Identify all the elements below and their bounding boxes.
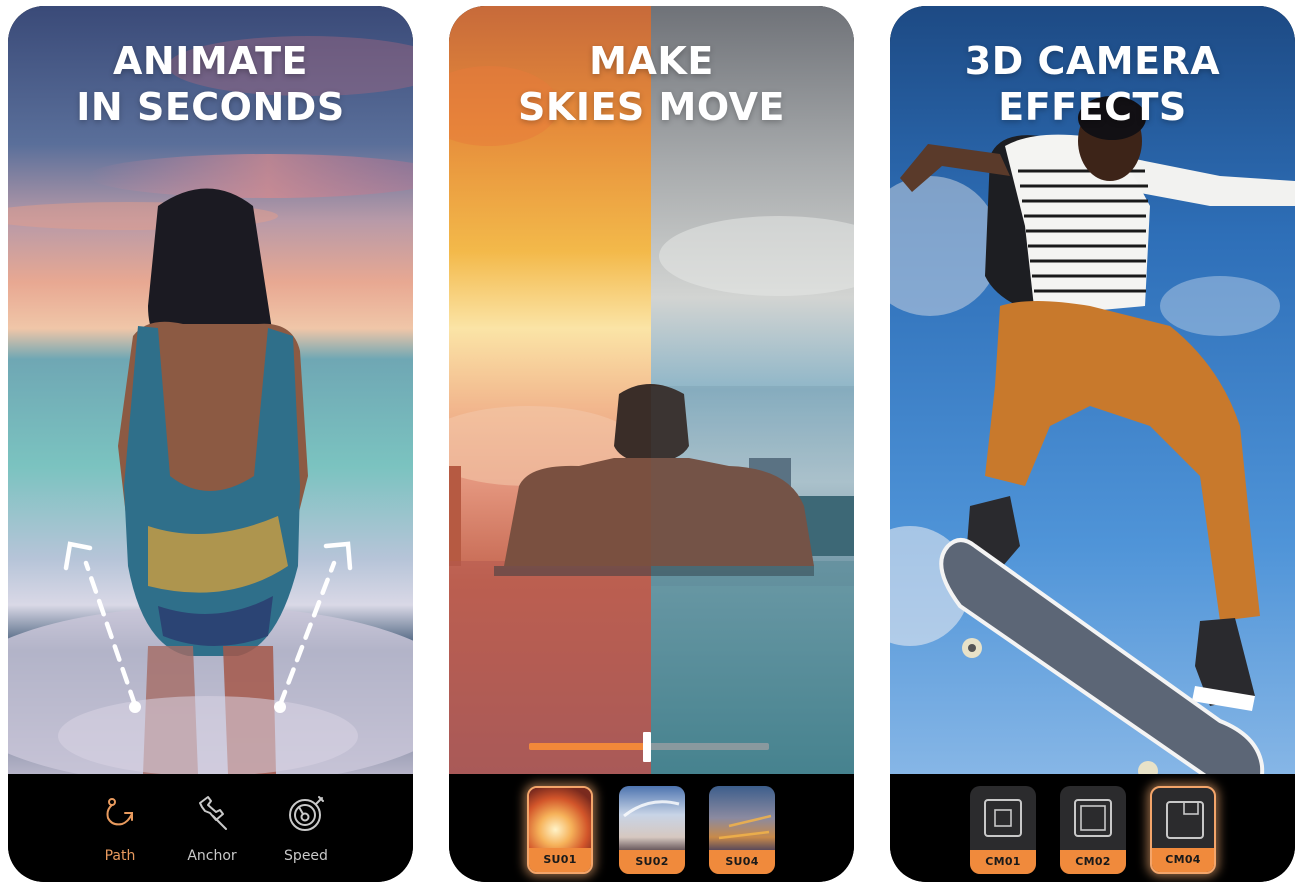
headline-line-1: 3D CAMERA — [964, 39, 1221, 83]
camera-preset-cm02[interactable]: CM02 — [1060, 786, 1126, 874]
dusk-sky-thumbnail — [709, 786, 775, 850]
headline-line-1: MAKE — [589, 39, 714, 83]
headline-line-2: SKIES MOVE — [518, 85, 785, 129]
headline: ANIMATE IN SECONDS — [8, 38, 413, 130]
camera-preset-bar: CM01 CM02 CM04 — [890, 774, 1295, 882]
preset-label: SU04 — [709, 850, 775, 874]
sky-preset-su01[interactable]: SU01 — [527, 786, 593, 874]
preset-label: CM01 — [970, 850, 1036, 874]
tool-bar: Path Anchor Speed — [8, 774, 413, 882]
zoom-out-square-icon — [1074, 799, 1112, 837]
camera-preset-cm01[interactable]: CM01 — [970, 786, 1036, 874]
blend-slider[interactable] — [529, 732, 769, 762]
camera-preset-cm04[interactable]: CM04 — [1150, 786, 1216, 874]
cloudy-blue-sky-thumbnail — [619, 786, 685, 850]
tool-path-label: Path — [104, 848, 136, 864]
pan-corner-square-icon — [1166, 801, 1204, 839]
preset-label: SU02 — [619, 850, 685, 874]
headline-line-2: EFFECTS — [998, 85, 1187, 129]
preset-label: CM04 — [1152, 848, 1214, 872]
anchor-point[interactable] — [274, 701, 286, 713]
screenshot-animate: ANIMATE IN SECONDS Path Anchor Speed — [8, 6, 413, 882]
tool-speed-button[interactable]: Speed — [266, 794, 346, 864]
slider-handle[interactable] — [642, 732, 651, 762]
sky-preset-bar: SU01 SU02 SU04 — [449, 774, 854, 882]
zoom-in-square-icon — [984, 799, 1022, 837]
preset-label: SU01 — [529, 848, 591, 872]
headline: 3D CAMERA EFFECTS — [890, 38, 1295, 130]
speedometer-icon — [289, 796, 324, 831]
skateboarder-photo: 3D CAMERA EFFECTS — [890, 6, 1295, 774]
sky-preset-su02[interactable]: SU02 — [619, 786, 685, 874]
tool-anchor-button[interactable]: Anchor — [172, 794, 252, 864]
headline-line-1: ANIMATE — [112, 39, 308, 83]
anchor-point[interactable] — [129, 701, 141, 713]
headline-line-2: IN SECONDS — [76, 85, 345, 129]
pool-photo-split-comparison: MAKE SKIES MOVE — [449, 6, 854, 774]
headline: MAKE SKIES MOVE — [449, 38, 854, 130]
path-icon — [106, 798, 133, 826]
tool-speed-label: Speed — [284, 848, 328, 864]
pin-icon — [199, 796, 227, 830]
tool-anchor-label: Anchor — [187, 848, 237, 864]
screenshot-3d-camera: 3D CAMERA EFFECTS CM01 CM02 CM04 — [890, 6, 1295, 882]
sunset-fire-sky-thumbnail — [529, 788, 591, 852]
slider-fill — [529, 743, 647, 750]
preset-label: CM02 — [1060, 850, 1126, 874]
sky-preset-su04[interactable]: SU04 — [709, 786, 775, 874]
tool-path-button[interactable]: Path — [80, 794, 160, 864]
beach-photo: ANIMATE IN SECONDS — [8, 6, 413, 774]
screenshot-skies: MAKE SKIES MOVE SU01 SU02 SU04 — [449, 6, 854, 882]
